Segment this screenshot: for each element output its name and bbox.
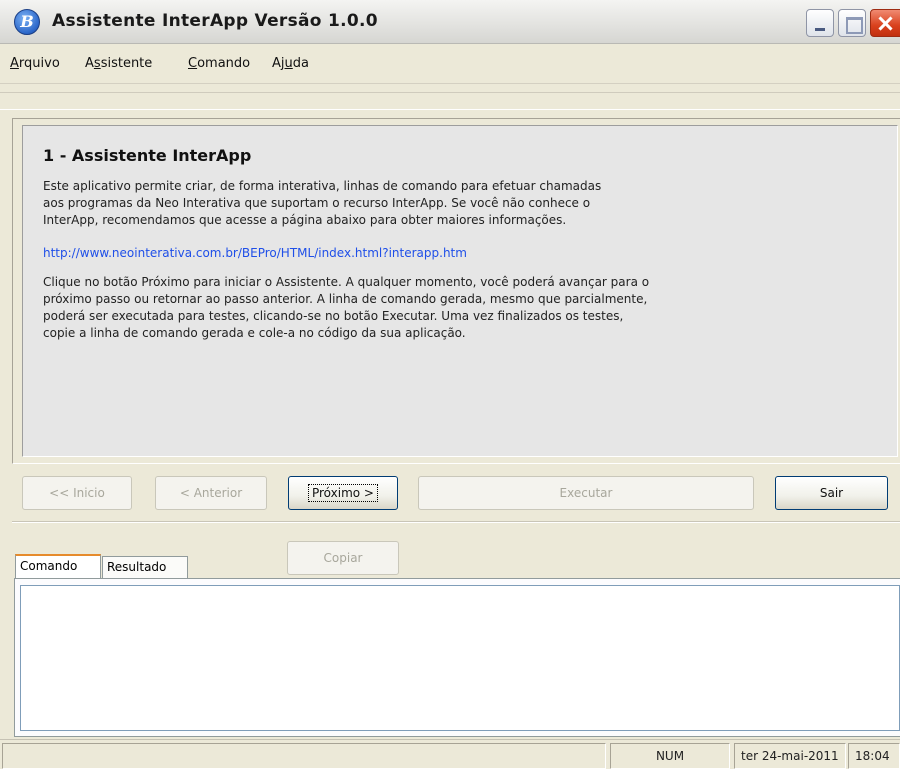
- intro-line: InterApp, recomendamos que acesse a pági…: [43, 213, 567, 227]
- executar-button[interactable]: Executar: [418, 476, 754, 510]
- intro-paragraph: Este aplicativo permite criar, de forma …: [43, 178, 803, 229]
- step-heading: 1 - Assistente InterApp: [43, 146, 252, 165]
- proximo-button-label: Próximo >: [307, 484, 379, 502]
- menu-ajuda-rest: da: [292, 56, 309, 71]
- instructions-line: próximo passo ou retornar ao passo anter…: [43, 292, 648, 306]
- inicio-button[interactable]: << Inicio: [22, 476, 132, 510]
- copiar-button-label: Copiar: [323, 551, 363, 565]
- menu-bar: Arquivo Assistente Comando Ajuda: [0, 44, 900, 84]
- status-main-pane: [2, 743, 606, 769]
- menu-assistente-pre: A: [85, 56, 94, 71]
- maximize-icon[interactable]: [838, 9, 866, 37]
- app-logo-icon[interactable]: B: [14, 9, 40, 35]
- sair-button-label: Sair: [819, 486, 844, 500]
- instructions-line: poderá ser executada para testes, clican…: [43, 309, 624, 323]
- instructions-line: copie a linha de comando gerada e cole-a…: [43, 326, 466, 340]
- menu-ajuda[interactable]: Ajuda: [272, 56, 309, 71]
- instructions-line: Clique no botão Próximo para iniciar o A…: [43, 275, 650, 289]
- window-title: Assistente InterApp Versão 1.0.0: [52, 11, 378, 31]
- status-bar: NUM ter 24-mai-2011 18:04: [0, 739, 900, 769]
- anterior-button[interactable]: < Anterior: [155, 476, 267, 510]
- section-divider: [12, 521, 900, 523]
- menu-arquivo-accel: A: [10, 56, 19, 71]
- tab-comando-label: Comando: [20, 559, 78, 573]
- menu-ajuda-pre: Aj: [272, 56, 285, 71]
- menu-assistente-accel: s: [93, 56, 101, 71]
- copiar-button[interactable]: Copiar: [287, 541, 399, 575]
- inicio-button-label: << Inicio: [49, 486, 105, 500]
- instructions-paragraph: Clique no botão Próximo para iniciar o A…: [43, 274, 803, 342]
- sair-button[interactable]: Sair: [775, 476, 888, 510]
- tab-resultado-label: Resultado: [107, 560, 167, 574]
- menu-comando-accel: C: [188, 56, 198, 71]
- command-textarea[interactable]: [20, 585, 900, 731]
- executar-button-label: Executar: [559, 486, 613, 500]
- intro-line: Este aplicativo permite criar, de forma …: [43, 179, 602, 193]
- tab-resultado[interactable]: Resultado: [102, 556, 188, 578]
- menu-assistente[interactable]: Assistente: [85, 56, 152, 71]
- menu-ajuda-accel: u: [284, 56, 293, 71]
- status-date: ter 24-mai-2011: [734, 743, 846, 769]
- menu-assistente-rest: sistente: [100, 56, 153, 71]
- tab-comando[interactable]: Comando: [15, 554, 101, 578]
- menu-arquivo-rest: rquivo: [18, 56, 60, 71]
- menu-arquivo[interactable]: Arquivo: [10, 56, 60, 71]
- menu-comando-rest: omando: [197, 56, 251, 71]
- info-panel: 1 - Assistente InterApp Este aplicativo …: [22, 125, 898, 457]
- intro-line: aos programas da Neo Interativa que supo…: [43, 196, 591, 210]
- proximo-button[interactable]: Próximo >: [288, 476, 398, 510]
- help-link[interactable]: http://www.neointerativa.com.br/BEPro/HT…: [43, 246, 467, 260]
- status-time: 18:04: [848, 743, 900, 769]
- toolbar-separator: [0, 92, 900, 110]
- title-bar[interactable]: B Assistente InterApp Versão 1.0.0: [0, 0, 900, 44]
- num-lock-indicator: NUM: [610, 743, 730, 769]
- menu-comando[interactable]: Comando: [188, 56, 250, 71]
- anterior-button-label: < Anterior: [179, 486, 243, 500]
- minimize-icon[interactable]: [806, 9, 834, 37]
- close-icon[interactable]: [870, 9, 900, 37]
